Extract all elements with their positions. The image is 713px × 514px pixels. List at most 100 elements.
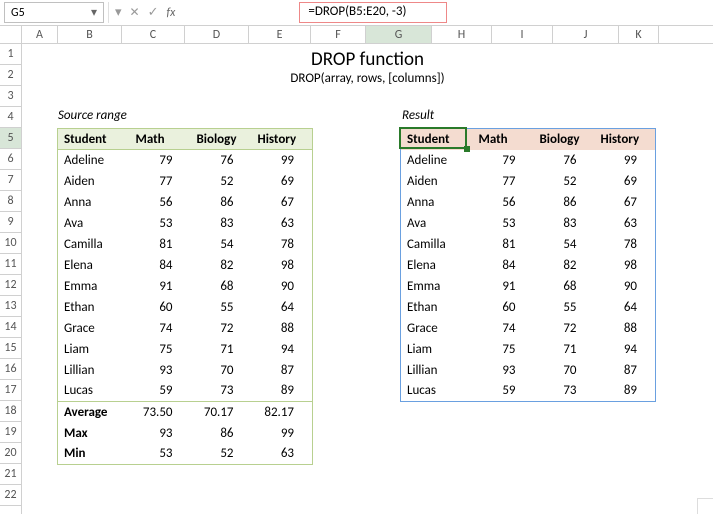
cell-value[interactable]: 93 (473, 360, 534, 381)
cell-name[interactable]: Aiden (401, 171, 473, 192)
cell-name[interactable]: Average (58, 402, 130, 423)
row-header-5[interactable]: 5 (0, 128, 21, 149)
cell-name[interactable]: Grace (401, 318, 473, 339)
formula-input[interactable]: =DROP(B5:E20, -3) (299, 2, 447, 23)
cell-value[interactable]: 88 (595, 318, 656, 339)
cell-name[interactable]: Emma (58, 276, 130, 297)
cell-value[interactable]: 87 (252, 360, 313, 381)
cell-value[interactable]: 94 (595, 339, 656, 360)
cell-name[interactable]: Emma (401, 276, 473, 297)
cell-name[interactable]: Adeline (58, 150, 130, 171)
cell-value[interactable]: 60 (473, 297, 534, 318)
cell-value[interactable]: 89 (252, 381, 313, 402)
cell-value[interactable]: 63 (252, 444, 313, 465)
cell-value[interactable]: 82 (534, 255, 595, 276)
cell-value[interactable]: 75 (473, 339, 534, 360)
cell-value[interactable]: 63 (595, 213, 656, 234)
cell-value[interactable]: 59 (473, 381, 534, 402)
row-header-1[interactable]: 1 (0, 44, 21, 65)
fill-handle[interactable] (464, 146, 470, 152)
name-box[interactable]: G5 ▾ (4, 2, 104, 23)
row-header-8[interactable]: 8 (0, 191, 21, 212)
row-header-14[interactable]: 14 (0, 317, 21, 338)
cell-value[interactable]: 83 (191, 213, 252, 234)
cell-value[interactable]: 54 (534, 234, 595, 255)
row-header-15[interactable]: 15 (0, 338, 21, 359)
cell-value[interactable]: 75 (130, 339, 191, 360)
cell-value[interactable]: 73 (534, 381, 595, 402)
cell-value[interactable]: 63 (252, 213, 313, 234)
cell-value[interactable]: 99 (595, 150, 656, 171)
row-header-20[interactable]: 20 (0, 443, 21, 464)
cell-value[interactable]: 74 (473, 318, 534, 339)
row-header-18[interactable]: 18 (0, 401, 21, 422)
cell-value[interactable]: 67 (595, 192, 656, 213)
row-header-4[interactable]: 4 (0, 107, 21, 128)
row-header-11[interactable]: 11 (0, 254, 21, 275)
cell-value[interactable]: 91 (473, 276, 534, 297)
cell-value[interactable]: 82.17 (252, 402, 313, 423)
cell-value[interactable]: 83 (534, 213, 595, 234)
cell-name[interactable]: Liam (401, 339, 473, 360)
cell-name[interactable]: Ava (401, 213, 473, 234)
cell-value[interactable]: 67 (252, 192, 313, 213)
col-header-B[interactable]: B (58, 26, 122, 43)
cell-value[interactable]: 68 (534, 276, 595, 297)
cell-value[interactable]: 76 (534, 150, 595, 171)
cell-value[interactable]: 87 (595, 360, 656, 381)
cell-value[interactable]: 55 (191, 297, 252, 318)
col-header-F[interactable]: F (311, 26, 366, 43)
row-header-6[interactable]: 6 (0, 149, 21, 170)
cell-value[interactable]: 73 (191, 381, 252, 402)
cell-name[interactable]: Camilla (58, 234, 130, 255)
cell-value[interactable]: 60 (130, 297, 191, 318)
cell-value[interactable]: 93 (130, 360, 191, 381)
cell-name[interactable]: Ava (58, 213, 130, 234)
col-header-D[interactable]: D (185, 26, 249, 43)
row-header-7[interactable]: 7 (0, 170, 21, 191)
row-header-22[interactable]: 22 (0, 485, 21, 506)
row-header-10[interactable]: 10 (0, 233, 21, 254)
cell-value[interactable]: 86 (191, 192, 252, 213)
cell-name[interactable]: Max (58, 423, 130, 444)
row-header-19[interactable]: 19 (0, 422, 21, 443)
cell-value[interactable]: 93 (130, 423, 191, 444)
cell-value[interactable]: 79 (473, 150, 534, 171)
cell-value[interactable]: 56 (130, 192, 191, 213)
cell-value[interactable]: 81 (130, 234, 191, 255)
cell-value[interactable]: 79 (130, 150, 191, 171)
cell-value[interactable]: 99 (252, 423, 313, 444)
row-header-13[interactable]: 13 (0, 296, 21, 317)
cell-name[interactable]: Anna (401, 192, 473, 213)
cell-name[interactable]: Lillian (58, 360, 130, 381)
cell-name[interactable]: Ethan (401, 297, 473, 318)
cell-value[interactable]: 70 (534, 360, 595, 381)
cell-value[interactable]: 76 (191, 150, 252, 171)
fx-label[interactable]: fx (167, 6, 176, 20)
cell-value[interactable]: 72 (534, 318, 595, 339)
cell-value[interactable]: 86 (534, 192, 595, 213)
cell-name[interactable]: Lucas (58, 381, 130, 402)
select-all-corner[interactable] (0, 26, 22, 43)
cell-value[interactable]: 84 (473, 255, 534, 276)
cell-name[interactable]: Aiden (58, 171, 130, 192)
cell-value[interactable]: 69 (595, 171, 656, 192)
cell-value[interactable]: 68 (191, 276, 252, 297)
cell-name[interactable]: Camilla (401, 234, 473, 255)
cell-value[interactable]: 53 (473, 213, 534, 234)
cell-value[interactable]: 78 (252, 234, 313, 255)
cell-value[interactable]: 77 (473, 171, 534, 192)
col-header-A[interactable]: A (22, 26, 58, 43)
cell-value[interactable]: 52 (534, 171, 595, 192)
row-header-2[interactable]: 2 (0, 65, 21, 86)
cell-name[interactable]: Adeline (401, 150, 473, 171)
cell-value[interactable]: 86 (191, 423, 252, 444)
cell-value[interactable]: 72 (191, 318, 252, 339)
cell-value[interactable]: 53 (130, 213, 191, 234)
cell-value[interactable]: 82 (191, 255, 252, 276)
cell-value[interactable]: 78 (595, 234, 656, 255)
check-icon[interactable]: ✓ (148, 5, 159, 20)
cell-value[interactable]: 54 (191, 234, 252, 255)
chevron-down-icon[interactable]: ▾ (115, 5, 122, 20)
cell-value[interactable]: 90 (595, 276, 656, 297)
